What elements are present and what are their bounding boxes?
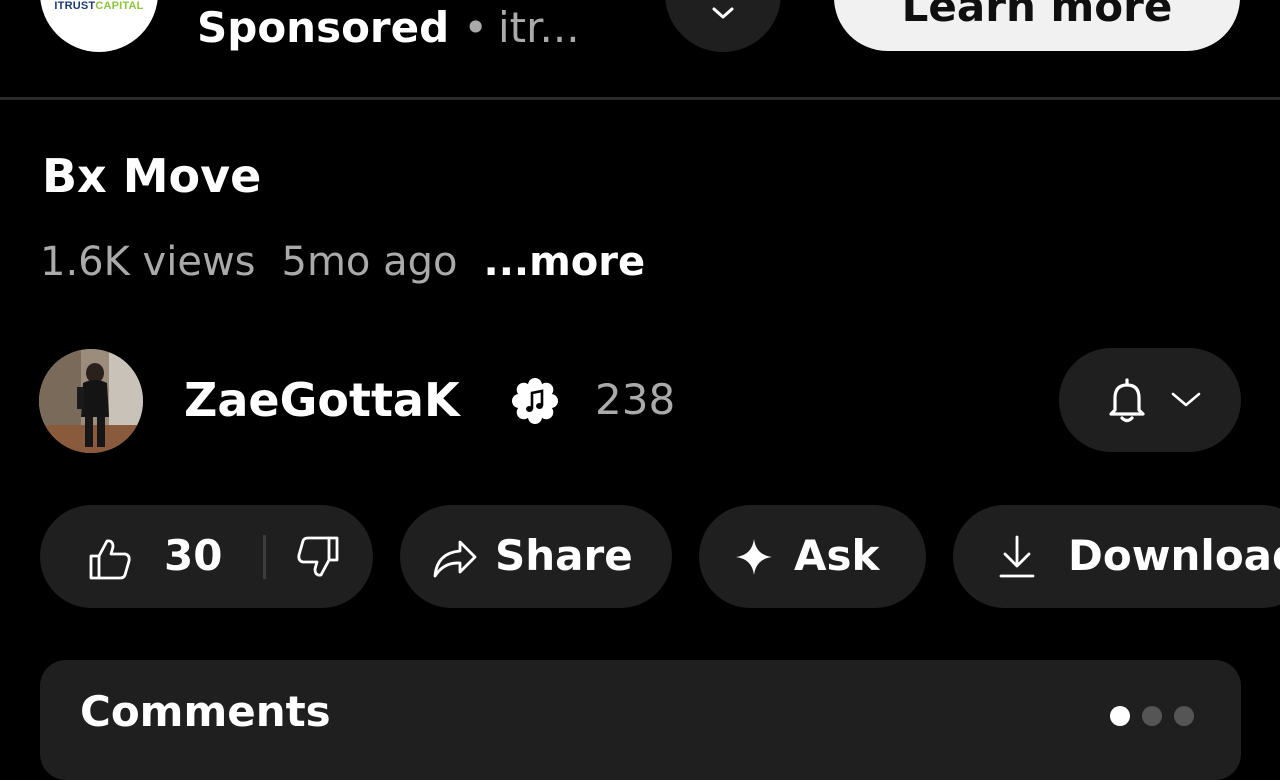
learn-more-label: Learn more [901, 0, 1173, 31]
logo-text-accent: CAPITAL [95, 0, 144, 12]
avatar-image [39, 349, 143, 453]
chevron-down-icon [1171, 392, 1201, 407]
dislike-button[interactable] [266, 505, 373, 608]
subscriber-count: 238 [595, 375, 676, 424]
sponsored-label: Sponsored [197, 3, 450, 52]
ad-menu-button[interactable] [665, 0, 781, 52]
advertiser-domain: itr... [497, 3, 580, 52]
thumbs-up-icon [89, 539, 131, 580]
download-button[interactable]: Download [953, 505, 1280, 608]
notification-bell-button[interactable] [1059, 348, 1241, 452]
upload-age: 5mo ago [281, 239, 458, 285]
divider [0, 97, 1280, 100]
music-note-badge-icon [512, 378, 558, 424]
share-arrow-icon [433, 540, 477, 578]
more-link[interactable]: ...more [484, 239, 646, 285]
share-button[interactable]: Share [400, 505, 672, 608]
video-meta: 1.6K views 5mo ago ...more [40, 236, 645, 288]
separator-dot: • [463, 3, 488, 52]
comments-panel[interactable]: Comments [40, 660, 1241, 780]
video-title: Bx Move [42, 149, 262, 203]
sparkle-icon [736, 539, 772, 575]
chevron-down-icon [712, 7, 734, 19]
like-count: 30 [164, 531, 223, 580]
bell-icon [1109, 378, 1145, 423]
advertiser-logo-text: ITRUSTCAPITAL [40, 0, 158, 12]
logo-text-main: ITRUST [54, 0, 96, 12]
like-dislike-group: 30 [40, 505, 373, 608]
comments-title: Comments [80, 687, 331, 736]
download-label: Download [1068, 531, 1280, 580]
channel-name[interactable]: ZaeGottaK [184, 372, 460, 428]
share-label: Share [495, 531, 633, 580]
advertiser-logo[interactable]: ITRUSTCAPITAL [40, 0, 158, 52]
thumbs-down-icon [297, 536, 339, 577]
ad-sponsor-line: Sponsored • itr... [197, 2, 580, 54]
download-icon [999, 535, 1035, 578]
like-button[interactable]: 30 [40, 505, 265, 608]
comments-pager-dots [1110, 706, 1194, 726]
learn-more-button[interactable]: Learn more [834, 0, 1240, 51]
channel-avatar[interactable] [39, 349, 143, 453]
view-count: 1.6K views [40, 239, 256, 285]
ask-button[interactable]: Ask [699, 505, 926, 608]
ask-label: Ask [794, 531, 880, 580]
